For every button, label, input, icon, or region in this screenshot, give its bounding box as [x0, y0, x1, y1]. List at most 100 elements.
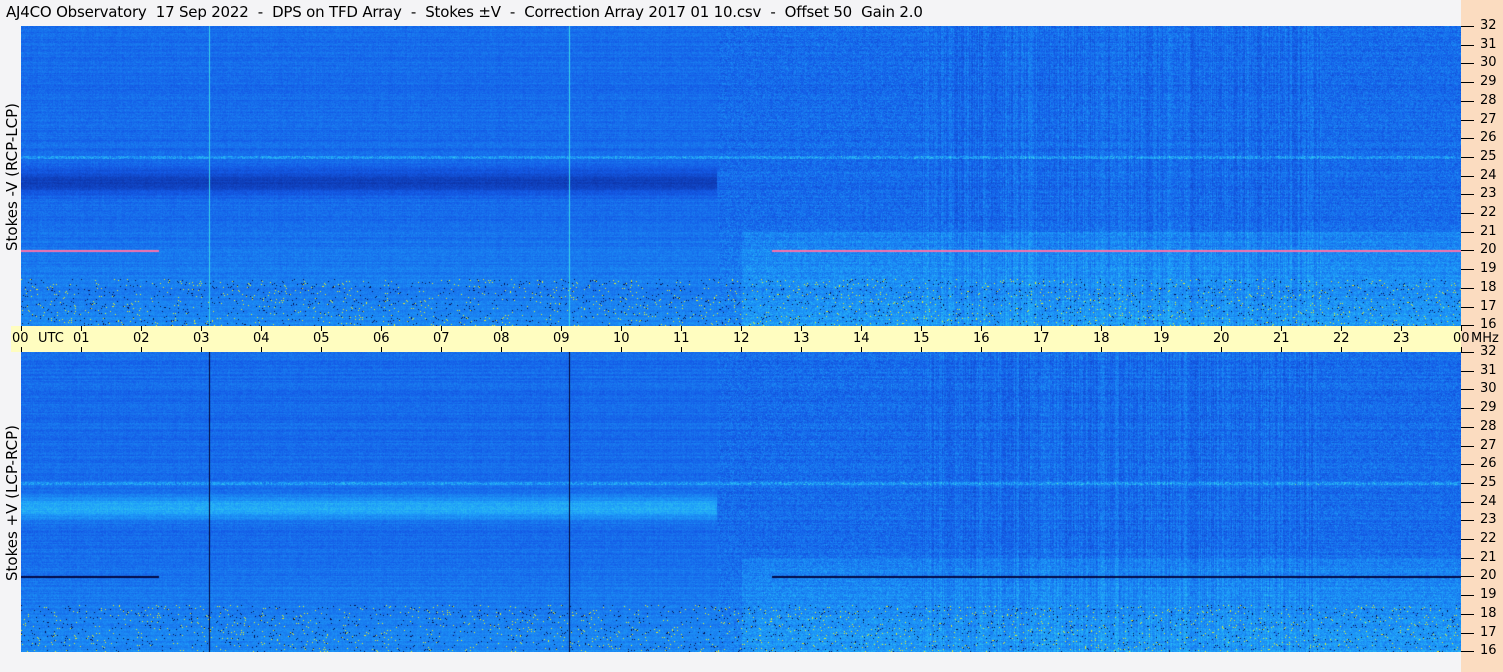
- y-tick-mark: [1461, 576, 1474, 577]
- x-tick-label: 00: [12, 331, 29, 346]
- y-tick-mark: [1461, 614, 1474, 615]
- x-tick-label: 01: [73, 331, 90, 346]
- y-tick-label: 28: [1480, 93, 1497, 108]
- x-tick-mark: [921, 347, 922, 352]
- x-tick-mark: [801, 347, 802, 352]
- y-tick-mark: [1461, 157, 1474, 158]
- x-tick-mark: [621, 347, 622, 352]
- x-tick-mark: [1161, 347, 1162, 352]
- y-tick-mark: [1461, 307, 1474, 308]
- x-tick-mark: [21, 347, 22, 352]
- x-tick-mark: [201, 347, 202, 352]
- x-tick-label: 05: [313, 331, 330, 346]
- x-tick-label: 09: [553, 331, 570, 346]
- x-tick-mark: [1221, 347, 1222, 352]
- y-tick-mark: [1461, 483, 1474, 484]
- y-tick-mark: [1461, 63, 1474, 64]
- x-tick-mark: [741, 347, 742, 352]
- x-tick-mark: [81, 347, 82, 352]
- x-tick-label: 17: [1033, 331, 1050, 346]
- y-tick-mark: [1461, 232, 1474, 233]
- x-tick-label: 07: [433, 331, 450, 346]
- x-tick-label: 19: [1153, 331, 1170, 346]
- y-tick-label: 22: [1480, 205, 1497, 220]
- x-tick-mark: [1341, 347, 1342, 352]
- y-tick-label: 26: [1480, 130, 1497, 145]
- y-tick-mark: [1461, 595, 1474, 596]
- y-tick-label: 22: [1480, 531, 1497, 546]
- x-tick-label: 20: [1213, 331, 1230, 346]
- x-tick-label: 13: [793, 331, 810, 346]
- x-tick-mark: [381, 347, 382, 352]
- y-tick-label: 19: [1480, 261, 1497, 276]
- y-tick-mark: [1461, 464, 1474, 465]
- y-tick-label: 26: [1480, 456, 1497, 471]
- x-tick-mark: [1281, 347, 1282, 352]
- y-tick-label: 16: [1480, 643, 1497, 658]
- y-tick-mark: [1461, 539, 1474, 540]
- x-tick-label: 22: [1333, 331, 1350, 346]
- x-tick-mark: [561, 347, 562, 352]
- y-tick-label: 16: [1480, 317, 1497, 332]
- x-tick-label: 12: [733, 331, 750, 346]
- y-tick-label: 31: [1480, 363, 1497, 378]
- x-tick-label: 18: [1093, 331, 1110, 346]
- x-tick-label: 03: [193, 331, 210, 346]
- x-tick-mark: [681, 347, 682, 352]
- y-tick-label: 30: [1480, 381, 1497, 396]
- x-tick-mark: [441, 347, 442, 352]
- x-tick-mark: [501, 347, 502, 352]
- y-tick-mark: [1461, 446, 1474, 447]
- x-tick-label: 02: [133, 331, 150, 346]
- y-tick-mark: [1461, 176, 1474, 177]
- y-tick-mark: [1461, 120, 1474, 121]
- y-tick-mark: [1461, 520, 1474, 521]
- x-tick-mark: [321, 347, 322, 352]
- x-tick-label: 14: [853, 331, 870, 346]
- spectrogram-stokes-minus-v: [21, 26, 1461, 326]
- y-tick-mark: [1461, 269, 1474, 270]
- y-tick-label: 27: [1480, 112, 1497, 127]
- y-tick-label: 19: [1480, 587, 1497, 602]
- y-tick-mark: [1461, 26, 1474, 27]
- y-tick-mark: [1461, 82, 1474, 83]
- spectrogram-stokes-plus-v: [21, 352, 1461, 652]
- x-tick-mark: [861, 347, 862, 352]
- x-tick-mark: [141, 347, 142, 352]
- y-tick-mark: [1461, 389, 1474, 390]
- panel-label-bottom: Stokes +V (LCP-RCP): [3, 425, 21, 581]
- y-tick-mark: [1461, 288, 1474, 289]
- y-tick-label: 30: [1480, 55, 1497, 70]
- y-tick-mark: [1461, 325, 1474, 326]
- y-tick-mark: [1461, 352, 1474, 353]
- x-tick-mark: [981, 347, 982, 352]
- y-tick-label: 17: [1480, 299, 1497, 314]
- y-tick-mark: [1461, 633, 1474, 634]
- y-tick-mark: [1461, 408, 1474, 409]
- y-tick-mark: [1461, 250, 1474, 251]
- y-tick-label: 20: [1480, 568, 1497, 583]
- y-tick-label: 31: [1480, 37, 1497, 52]
- y-tick-mark: [1461, 502, 1474, 503]
- y-tick-mark: [1461, 101, 1474, 102]
- y-tick-label: 32: [1480, 18, 1497, 33]
- y-tick-mark: [1461, 371, 1474, 372]
- y-tick-label: 21: [1480, 550, 1497, 565]
- x-tick-label: 00: [1453, 331, 1470, 346]
- chart-title: AJ4CO Observatory 17 Sep 2022 - DPS on T…: [6, 3, 923, 21]
- x-tick-mark: [1401, 347, 1402, 352]
- y-tick-label: 18: [1480, 606, 1497, 621]
- y-tick-label: 25: [1480, 475, 1497, 490]
- y-tick-label: 27: [1480, 438, 1497, 453]
- x-tick-label: 16: [973, 331, 990, 346]
- x-tick-label: 15: [913, 331, 930, 346]
- y-tick-label: 21: [1480, 224, 1497, 239]
- x-tick-label: 04: [253, 331, 270, 346]
- panel-label-top: Stokes -V (RCP-LCP): [3, 103, 21, 251]
- y-tick-label: 29: [1480, 74, 1497, 89]
- x-tick-label: 11: [673, 331, 690, 346]
- y-tick-label: 20: [1480, 242, 1497, 257]
- y-tick-mark: [1461, 651, 1474, 652]
- x-tick-label: 21: [1273, 331, 1290, 346]
- y-tick-mark: [1461, 213, 1474, 214]
